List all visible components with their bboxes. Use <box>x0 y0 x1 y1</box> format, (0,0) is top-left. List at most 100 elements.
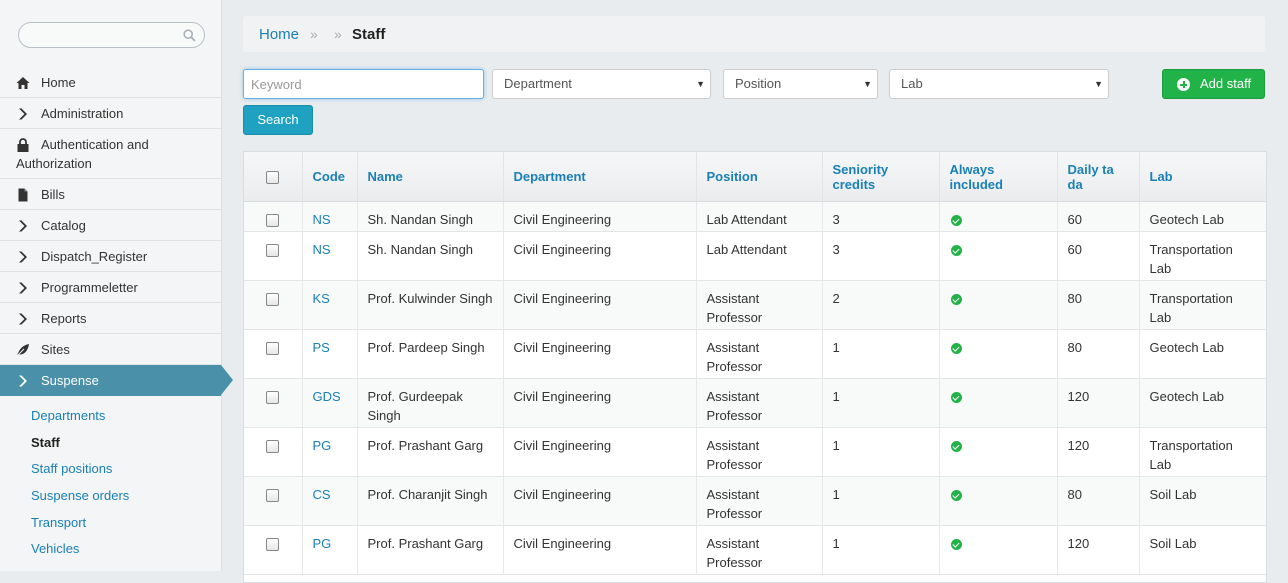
name-cell: Prof. Charanjit Singh <box>357 476 504 526</box>
seniority-cell: 3 <box>822 201 940 232</box>
subnav-staff-positions[interactable]: Staff positions <box>0 456 221 483</box>
position-select-value: Position <box>735 76 782 91</box>
always-included-cell <box>939 231 1058 281</box>
row-select-cell <box>244 201 303 232</box>
row-checkbox[interactable] <box>266 440 280 454</box>
code-link[interactable]: GDS <box>313 389 341 404</box>
code-link[interactable]: KS <box>313 291 330 306</box>
row-select-cell <box>244 280 303 330</box>
search-icon <box>183 29 196 42</box>
row-checkbox[interactable] <box>266 538 280 552</box>
table-row: PG Prof. Prashant Garg Civil Engineering… <box>244 525 1266 575</box>
chevron-right-icon <box>19 220 27 232</box>
seniority-cell: 2 <box>822 280 940 330</box>
sidebar-item-reports[interactable]: Reports <box>0 303 221 334</box>
column-header-daily-ta-da[interactable]: Daily ta da <box>1057 152 1140 202</box>
department-cell: Civil Engineering <box>503 231 697 281</box>
breadcrumb-separator: » <box>310 26 318 42</box>
lab-select[interactable]: Lab ▼ <box>889 69 1109 99</box>
sidebar-item-catalog[interactable]: Catalog <box>0 210 221 241</box>
search-button[interactable]: Search <box>243 105 313 135</box>
staff-table: Code Name Department Position Seniority … <box>243 151 1267 583</box>
always-included-cell <box>939 201 1058 232</box>
add-staff-button[interactable]: Add staff <box>1162 69 1265 99</box>
file-icon <box>18 188 28 202</box>
subnav-suspense-orders[interactable]: Suspense orders <box>0 483 221 510</box>
position-select[interactable]: Position ▼ <box>723 69 878 99</box>
column-header-name[interactable]: Name <box>357 152 504 202</box>
position-cell: Assistant Professor <box>696 280 823 330</box>
table-row: KS Prof. Kulwinder Singh Civil Engineeri… <box>244 280 1266 330</box>
column-header-always-included[interactable]: Always included <box>939 152 1058 202</box>
chevron-right-icon <box>19 313 27 325</box>
subnav-vehicles[interactable]: Vehicles <box>0 536 221 563</box>
column-header-position[interactable]: Position <box>696 152 823 202</box>
keyword-input[interactable] <box>243 69 484 99</box>
always-included-cell <box>939 280 1058 330</box>
subnav-transport[interactable]: Transport <box>0 510 221 537</box>
sidebar-search-input[interactable] <box>18 22 205 48</box>
sidebar-item-administration[interactable]: Administration <box>0 98 221 129</box>
row-checkbox[interactable] <box>266 214 280 228</box>
daily-ta-da-cell: 60 <box>1057 201 1140 232</box>
column-header-code[interactable]: Code <box>302 152 358 202</box>
seniority-cell: 1 <box>822 525 940 575</box>
position-cell: Lab Attendant <box>696 231 823 281</box>
sidebar-item-suspense[interactable]: Suspense <box>0 365 233 396</box>
sidebar-item-label: Catalog <box>41 218 86 233</box>
sidebar-item-authentication[interactable]: Authentication and Authorization <box>0 129 221 179</box>
row-checkbox[interactable] <box>266 342 280 356</box>
dropdown-arrow-icon: ▼ <box>863 79 872 89</box>
department-select[interactable]: Department ▼ <box>492 69 711 99</box>
column-header-department[interactable]: Department <box>503 152 697 202</box>
sidebar-item-programmeletter[interactable]: Programmeletter <box>0 272 221 303</box>
row-checkbox[interactable] <box>266 244 280 258</box>
code-link[interactable]: CS <box>313 487 331 502</box>
sidebar-item-dispatch-register[interactable]: Dispatch_Register <box>0 241 221 272</box>
code-link[interactable]: PG <box>313 536 332 551</box>
lab-select-value: Lab <box>901 76 923 91</box>
sidebar-item-home[interactable]: Home <box>0 67 221 98</box>
name-cell: Prof. Pardeep Singh <box>357 329 504 379</box>
row-checkbox[interactable] <box>266 391 280 405</box>
daily-ta-da-cell: 120 <box>1057 427 1140 477</box>
lock-icon <box>17 138 29 152</box>
select-all-checkbox[interactable] <box>266 171 280 185</box>
row-checkbox[interactable] <box>266 293 280 307</box>
sidebar-item-sites[interactable]: Sites <box>0 334 221 365</box>
seniority-cell: 1 <box>822 378 940 428</box>
name-cell: Prof. Prashant Garg <box>357 427 504 477</box>
table-row: GDS Prof. Gurdeepak Singh Civil Engineer… <box>244 378 1266 428</box>
check-circle-icon <box>950 490 962 502</box>
check-circle-icon <box>950 441 962 453</box>
check-circle-icon <box>950 245 962 257</box>
lab-cell: Soil Lab <box>1139 476 1266 526</box>
code-link[interactable]: PS <box>313 340 330 355</box>
lab-cell: Transportation Lab <box>1139 231 1266 281</box>
department-cell: Civil Engineering <box>503 280 697 330</box>
sidebar-item-label: Suspense <box>41 373 99 388</box>
lab-cell: Transportation Lab <box>1139 427 1266 477</box>
home-icon <box>16 77 30 89</box>
code-cell: PG <box>302 525 358 575</box>
code-cell: PS <box>302 329 358 379</box>
subnav-staff[interactable]: Staff <box>0 430 221 457</box>
code-link[interactable]: NS <box>313 242 331 257</box>
code-link[interactable]: PG <box>313 438 332 453</box>
chevron-right-icon <box>19 282 27 294</box>
page-title: Staff <box>352 26 386 43</box>
column-header-seniority[interactable]: Seniority credits <box>822 152 940 202</box>
name-cell: Prof. Prashant Garg <box>357 525 504 575</box>
check-circle-icon <box>950 294 962 306</box>
sidebar-item-bills[interactable]: Bills <box>0 179 221 210</box>
department-cell: Civil Engineering <box>503 201 697 232</box>
code-cell: KS <box>302 280 358 330</box>
row-checkbox[interactable] <box>266 489 280 503</box>
subnav-departments[interactable]: Departments <box>0 403 221 430</box>
column-header-lab[interactable]: Lab <box>1139 152 1266 202</box>
code-link[interactable]: NS <box>313 212 331 227</box>
sidebar: Home Administration Authentication and A… <box>0 0 233 571</box>
breadcrumb-home-link[interactable]: Home <box>259 26 299 43</box>
breadcrumb-separator: » <box>334 26 342 42</box>
seniority-cell: 1 <box>822 427 940 477</box>
